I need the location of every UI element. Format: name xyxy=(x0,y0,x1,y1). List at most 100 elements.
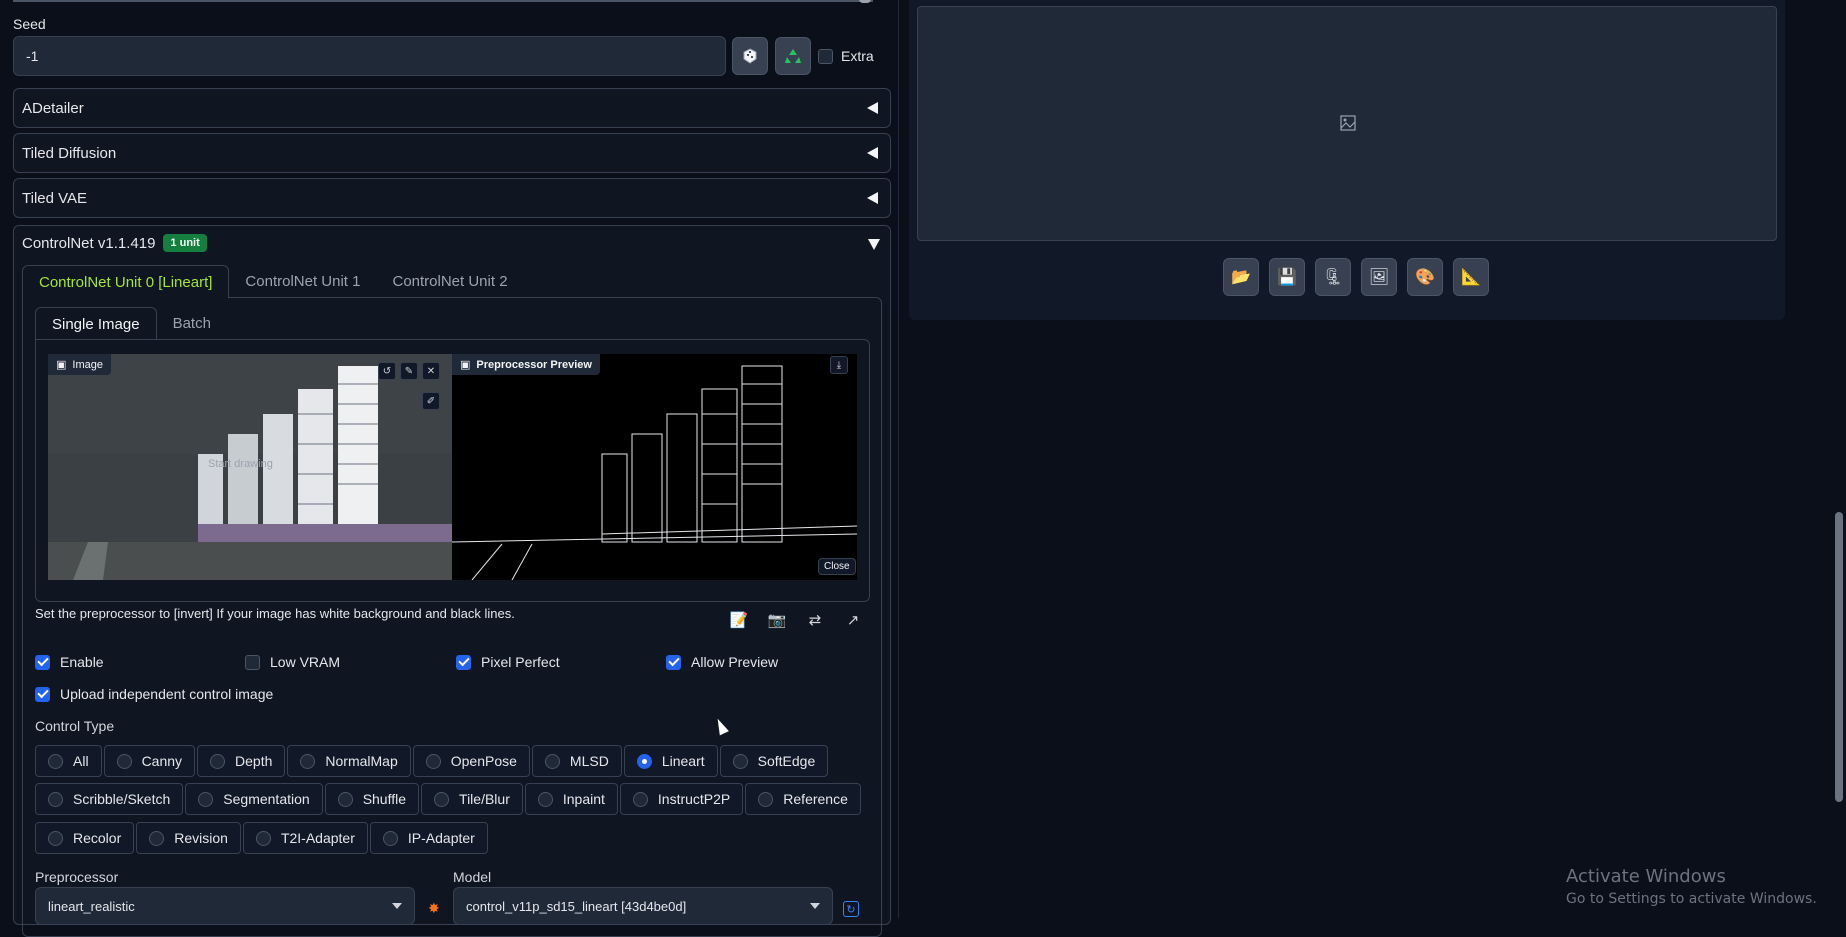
radio-t2i-adapter[interactable]: T2I-Adapter xyxy=(242,822,368,854)
radio-depth[interactable]: Depth xyxy=(197,745,286,777)
radio-inpaint[interactable]: Inpaint xyxy=(524,783,618,815)
radio-label: SoftEdge xyxy=(757,753,816,769)
preview-label: ▣ Preprocessor Preview xyxy=(452,354,600,375)
seed-label: Seed xyxy=(13,16,46,32)
preprocessor-select[interactable]: lineart_realistic xyxy=(35,887,415,925)
reuse-seed-button[interactable] xyxy=(775,37,811,75)
zip-button[interactable]: 🗜 xyxy=(1315,258,1351,296)
download-icon[interactable]: ⤓ xyxy=(830,356,848,374)
enable-checkbox[interactable] xyxy=(35,654,50,670)
upload-independent-label: Upload independent control image xyxy=(60,686,274,702)
low-vram-checkbox[interactable] xyxy=(245,654,260,670)
radio-mlsd[interactable]: MLSD xyxy=(531,745,622,777)
scrollbar-thumb[interactable] xyxy=(1835,512,1843,802)
enable-checkbox-group[interactable]: Enable xyxy=(35,654,104,670)
send-to-inpaint-button[interactable]: 🎨 xyxy=(1407,258,1443,296)
send-to-extras-button[interactable]: 📐 xyxy=(1453,258,1489,296)
collapse-triangle-icon xyxy=(867,192,878,204)
radio-label: Scribble/Sketch xyxy=(73,791,171,807)
watermark-line-2: Go to Settings to activate Windows. xyxy=(1566,891,1817,907)
radio-dot xyxy=(537,791,553,807)
input-mode-tabs: Single Image Batch xyxy=(35,307,227,340)
radio-canny[interactable]: Canny xyxy=(103,745,196,777)
send-to-img2img-button[interactable]: 🖼 xyxy=(1361,258,1397,296)
tab-unit-2[interactable]: ControlNet Unit 2 xyxy=(376,265,523,298)
radio-tile-blur[interactable]: Tile/Blur xyxy=(421,783,523,815)
new-canvas-icon[interactable]: 📝 xyxy=(730,611,749,629)
radio-dot xyxy=(758,791,774,807)
radio-segmentation[interactable]: Segmentation xyxy=(185,783,323,815)
radio-lineart[interactable]: Lineart xyxy=(623,745,718,777)
tab-batch[interactable]: Batch xyxy=(157,307,227,340)
open-folder-button[interactable]: 📂 xyxy=(1223,258,1259,296)
radio-all[interactable]: All xyxy=(35,745,102,777)
radio-openpose[interactable]: OpenPose xyxy=(412,745,530,777)
run-preprocessor-icon[interactable]: ✸ xyxy=(428,900,440,917)
pixel-perfect-label: Pixel Perfect xyxy=(481,654,560,670)
radio-dot xyxy=(116,753,132,769)
radio-label: T2I-Adapter xyxy=(280,830,355,846)
accordion-tiled-vae[interactable]: Tiled VAE xyxy=(13,178,891,218)
pencil-icon[interactable]: ✐ xyxy=(422,392,440,410)
tab-unit-0[interactable]: ControlNet Unit 0 [Lineart] xyxy=(22,265,230,298)
allow-preview-checkbox[interactable] xyxy=(666,654,681,670)
save-button[interactable]: 💾 xyxy=(1269,258,1305,296)
slider-thumb[interactable] xyxy=(859,0,871,3)
radio-label: Reference xyxy=(783,791,848,807)
accordion-title: Tiled Diffusion xyxy=(22,144,117,162)
low-vram-label: Low VRAM xyxy=(270,654,341,670)
extra-checkbox-group[interactable]: Extra xyxy=(818,48,874,64)
image-icon: ▣ xyxy=(460,359,471,371)
slider-track[interactable] xyxy=(13,0,873,2)
upload-independent-checkbox[interactable] xyxy=(35,686,50,702)
radio-dot xyxy=(210,753,226,769)
radio-label: InstructP2P xyxy=(657,791,731,807)
radio-recolor[interactable]: Recolor xyxy=(35,822,135,854)
low-vram-checkbox-group[interactable]: Low VRAM xyxy=(245,654,340,670)
model-select[interactable]: control_v11p_sd15_lineart [43d4be0d] xyxy=(453,887,833,925)
preprocessor-hint: Set the preprocessor to [invert] If your… xyxy=(35,606,515,621)
radio-label: Shuffle xyxy=(362,791,407,807)
radio-dot xyxy=(198,791,214,807)
radio-label: Lineart xyxy=(661,753,705,769)
radio-label: OpenPose xyxy=(450,753,517,769)
archive-icon: 🗜 xyxy=(1322,269,1344,286)
radio-ip-adapter[interactable]: IP-Adapter xyxy=(369,822,488,854)
camera-icon[interactable]: 📷 xyxy=(768,611,787,629)
folder-icon: 📂 xyxy=(1231,269,1251,286)
send-dimensions-icon[interactable]: ↗ xyxy=(844,611,862,629)
pixel-perfect-checkbox-group[interactable]: Pixel Perfect xyxy=(456,654,560,670)
random-seed-button[interactable] xyxy=(732,37,768,75)
radio-instructp2p[interactable]: InstructP2P xyxy=(619,783,744,815)
extra-checkbox[interactable] xyxy=(818,48,833,64)
radio-label: Tile/Blur xyxy=(459,791,510,807)
refresh-models-icon[interactable]: ↻ xyxy=(843,901,859,917)
radio-scribble-sketch[interactable]: Scribble/Sketch xyxy=(35,783,184,815)
tab-unit-1[interactable]: ControlNet Unit 1 xyxy=(229,265,376,298)
close-icon[interactable]: ✕ xyxy=(422,362,440,380)
radio-shuffle[interactable]: Shuffle xyxy=(324,783,420,815)
ruler-icon: 📐 xyxy=(1461,269,1481,286)
expand-triangle-icon[interactable] xyxy=(868,239,880,250)
radio-normalmap[interactable]: NormalMap xyxy=(287,745,411,777)
close-preview-button[interactable]: Close xyxy=(818,558,856,575)
save-icon: 💾 xyxy=(1277,269,1297,286)
image-upload-canvas[interactable]: ▣ Image Start drawing ↺ ✎ ✕ ✐ xyxy=(48,354,452,580)
radio-dot xyxy=(48,830,63,846)
allow-preview-checkbox-group[interactable]: Allow Preview xyxy=(666,654,778,670)
upload-independent-checkbox-group[interactable]: Upload independent control image xyxy=(35,686,273,702)
undo-icon[interactable]: ↺ xyxy=(378,362,396,380)
seed-input[interactable]: -1 xyxy=(13,36,726,76)
chevron-down-icon xyxy=(810,903,820,909)
tab-single-image[interactable]: Single Image xyxy=(35,307,157,340)
radio-revision[interactable]: Revision xyxy=(136,822,241,854)
radio-dot xyxy=(732,753,748,769)
swap-icon[interactable]: ⇄ xyxy=(806,611,824,629)
accordion-tiled-diffusion[interactable]: Tiled Diffusion xyxy=(13,133,891,173)
pixel-perfect-checkbox[interactable] xyxy=(456,654,471,670)
accordion-adetailer[interactable]: ADetailer xyxy=(13,88,891,128)
radio-reference[interactable]: Reference xyxy=(745,783,861,815)
radio-softedge[interactable]: SoftEdge xyxy=(719,745,829,777)
brush-icon[interactable]: ✎ xyxy=(400,362,418,380)
controlnet-header[interactable]: ControlNet v1.1.419 1 unit xyxy=(22,234,207,252)
